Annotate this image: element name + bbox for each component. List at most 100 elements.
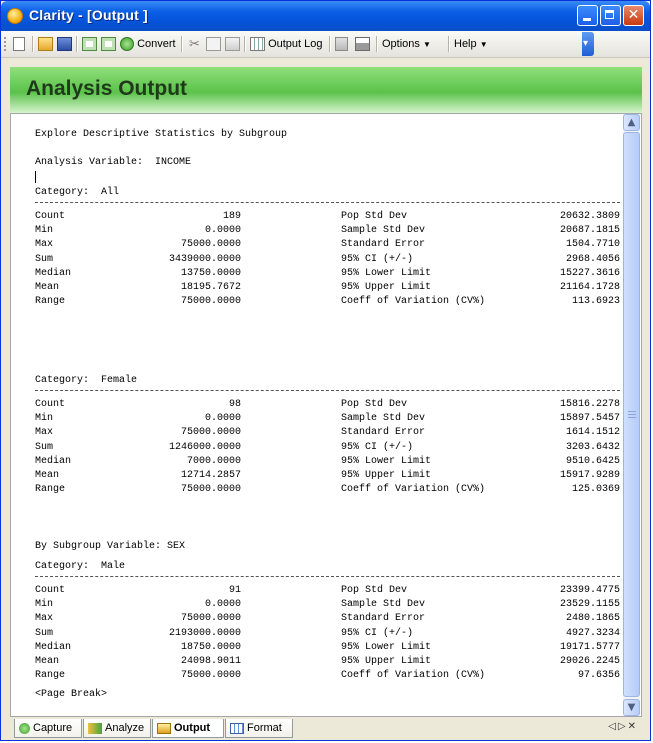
tab-capture[interactable]: Capture — [14, 719, 82, 738]
stat-name: Coeff of Variation (CV%) — [341, 670, 486, 682]
page-title: Analysis Output — [26, 77, 188, 100]
stat-name: 95% Upper Limit — [341, 656, 432, 667]
output-log-label: Output Log — [268, 38, 323, 50]
stat-name: Min — [35, 599, 54, 611]
stat-value: 15917.9289 — [559, 470, 620, 481]
divider-line — [35, 202, 620, 203]
tab-prev-icon[interactable]: ◁ — [608, 721, 618, 732]
toolbar-separator — [76, 36, 78, 52]
tab-output[interactable]: Output — [152, 719, 224, 738]
export2-icon — [101, 37, 116, 52]
format-icon — [230, 722, 244, 734]
save-button[interactable] — [57, 35, 72, 53]
cut-button[interactable]: ✂ — [187, 35, 202, 53]
output-log-button[interactable]: Output Log — [250, 35, 323, 53]
stat-value: 12714.2857 — [180, 470, 241, 481]
stat-name: Range — [35, 484, 66, 496]
stat-name: Sum — [35, 627, 54, 639]
save-icon — [57, 37, 72, 52]
options-menu[interactable]: Options ▼ — [382, 35, 431, 53]
close-icon: ✕ — [627, 7, 640, 23]
print-icon — [355, 37, 370, 52]
stat-value: 20687.1815 — [559, 225, 620, 237]
stat-value: 1504.7710 — [565, 239, 620, 251]
convert-button[interactable]: Convert — [120, 35, 176, 53]
scroll-up-button[interactable]: ▲ — [623, 114, 640, 131]
help-menu[interactable]: Help ▼ — [454, 35, 488, 53]
stat-name: Max — [35, 427, 54, 439]
category-label: Category: Female — [35, 375, 138, 386]
stat-name: Pop Std Dev — [341, 399, 408, 410]
stat-value: 13750.0000 — [180, 267, 241, 279]
scroll-down-button[interactable]: ▼ — [623, 699, 640, 716]
chevron-down-icon: ▼ — [627, 702, 636, 713]
toolbar-overflow-button[interactable] — [582, 32, 594, 56]
stat-value: 1246000.0000 — [168, 441, 241, 453]
toolbar-grip[interactable] — [4, 37, 9, 51]
export-button[interactable] — [82, 35, 97, 53]
export2-button[interactable] — [101, 35, 116, 53]
convert-label: Convert — [137, 38, 176, 50]
chevron-up-icon: ▲ — [627, 117, 636, 128]
analysis-variable: Analysis Variable: INCOME — [35, 157, 192, 168]
stat-name: Standard Error — [341, 427, 426, 439]
stat-name: 95% Upper Limit — [341, 470, 432, 481]
new-button[interactable] — [13, 35, 25, 53]
maximize-button[interactable] — [600, 5, 621, 26]
output-panel[interactable]: Explore Descriptive Statistics by Subgro… — [10, 113, 642, 717]
paste-button[interactable] — [225, 35, 240, 53]
stat-value: 15897.5457 — [559, 413, 620, 425]
minimize-button[interactable] — [577, 5, 598, 26]
tab-analyze[interactable]: Analyze — [83, 719, 151, 738]
tab-navigation[interactable]: ◁▷✕ — [608, 721, 638, 732]
application-window: Clarity - [Output ] ✕ Convert ✂ Output L… — [0, 0, 651, 741]
analyze-icon — [88, 722, 102, 734]
stat-name: Sum — [35, 253, 54, 265]
stat-value: 98 — [228, 399, 241, 410]
stat-name: Coeff of Variation (CV%) — [341, 296, 486, 308]
stat-name: Count — [35, 399, 66, 410]
stat-name: Max — [35, 613, 54, 625]
print-button[interactable] — [355, 35, 370, 53]
stat-name: Count — [35, 585, 66, 596]
copy-button[interactable] — [206, 35, 221, 53]
grip-line — [628, 414, 636, 415]
tab-next-icon[interactable]: ▷ — [618, 721, 628, 732]
copy-icon — [206, 37, 221, 52]
title-bar[interactable]: Clarity - [Output ] ✕ — [1, 1, 650, 31]
stat-name: Sample Std Dev — [341, 413, 426, 425]
open-button[interactable] — [38, 35, 53, 53]
vertical-scrollbar[interactable]: ▲ ▼ — [623, 114, 640, 716]
stat-value: 19171.5777 — [559, 641, 620, 653]
help-label: Help — [454, 38, 477, 50]
app-icon[interactable] — [7, 8, 23, 24]
stat-value: 0.0000 — [204, 413, 241, 425]
stat-name: Max — [35, 239, 54, 251]
close-icon[interactable]: ✕ — [628, 721, 638, 732]
output-icon — [157, 722, 171, 734]
stat-value: 21164.1728 — [559, 282, 620, 293]
stat-value: 18750.0000 — [180, 641, 241, 653]
stat-name: Standard Error — [341, 613, 426, 625]
scrollbar-thumb[interactable] — [623, 132, 640, 697]
stat-name: Coeff of Variation (CV%) — [341, 484, 486, 496]
divider-line — [35, 576, 620, 577]
open-icon — [38, 37, 53, 52]
stat-value: 75000.0000 — [180, 484, 241, 496]
stat-value: 0.0000 — [204, 225, 241, 237]
stat-value: 18195.7672 — [180, 282, 241, 293]
tab-label: Format — [247, 722, 282, 734]
stat-name: 95% CI (+/-) — [341, 441, 414, 453]
stat-value: 97.6356 — [577, 670, 620, 682]
page-button[interactable] — [335, 35, 348, 53]
export-icon — [82, 37, 97, 52]
tab-format[interactable]: Format — [225, 719, 293, 738]
stat-name: Sum — [35, 441, 54, 453]
stat-name: 95% CI (+/-) — [341, 253, 414, 265]
window-title: Clarity - [Output ] — [29, 7, 148, 23]
stat-name: Pop Std Dev — [341, 211, 408, 222]
stat-value: 15816.2278 — [559, 399, 620, 410]
stat-name: 95% Lower Limit — [341, 267, 432, 279]
new-icon — [13, 37, 25, 52]
close-button[interactable]: ✕ — [623, 5, 644, 26]
